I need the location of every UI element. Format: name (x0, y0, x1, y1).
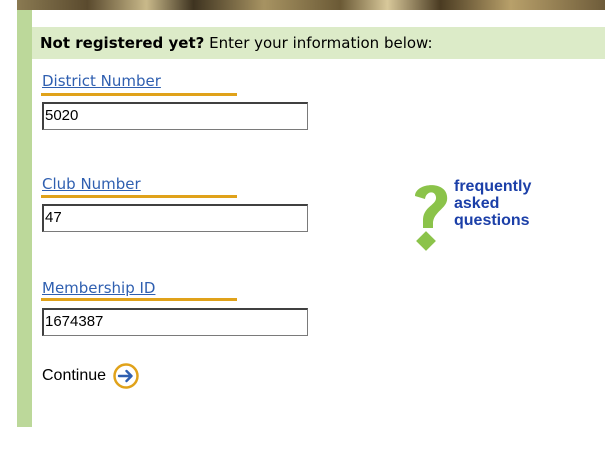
continue-button[interactable]: Continue (42, 362, 140, 390)
registration-panel: Not registered yet? Enter your informati… (32, 10, 605, 427)
registration-header: Not registered yet? Enter your informati… (32, 27, 605, 59)
membership-id-input[interactable]: 1674387 (42, 308, 308, 336)
question-mark-icon (415, 185, 448, 251)
club-number-input[interactable]: 47 (42, 204, 308, 232)
not-registered-text: Not registered yet? (40, 34, 205, 52)
faq-line-frequently: frequently (454, 178, 532, 195)
continue-label: Continue (42, 367, 107, 384)
arrow-right-circle-icon[interactable] (112, 362, 140, 390)
faq-line-questions: questions (454, 212, 530, 229)
club-number-label: Club Number (42, 175, 141, 193)
district-number-underline (41, 93, 237, 96)
membership-id-label: Membership ID (42, 279, 156, 297)
district-number-input[interactable]: 5020 (42, 102, 308, 130)
top-banner-image (17, 0, 605, 10)
left-accent-bar (17, 10, 32, 427)
club-number-underline (41, 195, 237, 198)
district-number-label: District Number (42, 72, 161, 90)
faq-link[interactable]: frequently asked questions (407, 178, 577, 253)
enter-info-text: Enter your information below: (204, 34, 433, 52)
registration-prompt: Not registered yet? Enter your informati… (40, 34, 433, 52)
faq-line-asked: asked (454, 195, 500, 212)
membership-id-underline (41, 298, 237, 301)
faq-text[interactable]: frequently asked questions (454, 178, 531, 229)
